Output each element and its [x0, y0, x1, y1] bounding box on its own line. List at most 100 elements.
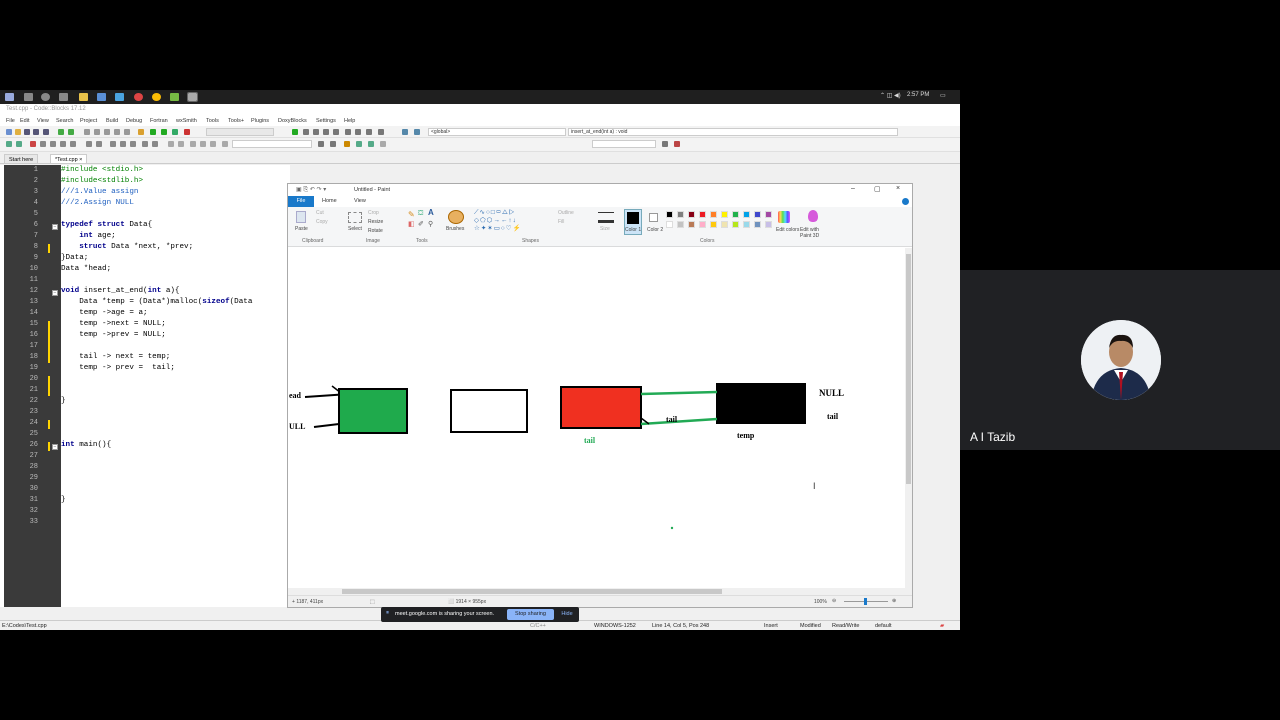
- menu-edit[interactable]: Edit: [20, 118, 29, 124]
- fill-button[interactable]: Fill: [558, 219, 564, 225]
- search-icon[interactable]: [24, 93, 33, 101]
- save-all-icon[interactable]: [33, 129, 39, 135]
- eraser-icon[interactable]: ◧: [408, 220, 415, 228]
- search-option-icon[interactable]: [380, 141, 386, 147]
- select-button[interactable]: Select: [348, 226, 362, 232]
- info-icon[interactable]: [402, 129, 408, 135]
- debug-windows-icon[interactable]: [378, 129, 384, 135]
- windows-start-icon[interactable]: [5, 93, 14, 101]
- vertical-scroll-thumb[interactable]: [906, 254, 911, 484]
- box-comment-icon[interactable]: [130, 141, 136, 147]
- menu-debug[interactable]: Debug: [126, 118, 142, 124]
- misc-icon[interactable]: [190, 141, 196, 147]
- tray-icons[interactable]: ⌃ ◫ ◀): [880, 92, 901, 99]
- task-view-icon[interactable]: [59, 93, 68, 101]
- app-icon[interactable]: [115, 93, 124, 101]
- color2-swatch[interactable]: [649, 213, 658, 222]
- bookmark-icon[interactable]: [30, 141, 36, 147]
- regex-icon[interactable]: [152, 141, 158, 147]
- new-file-icon[interactable]: [6, 129, 12, 135]
- zoom-in-icon[interactable]: ⊕: [892, 598, 896, 604]
- paint-quick-access[interactable]: ▣ ⎘ ↶ ↷ ▾: [296, 186, 326, 194]
- clear-bookmarks-icon[interactable]: [60, 141, 66, 147]
- palette-swatch[interactable]: [743, 221, 750, 228]
- misc-icon[interactable]: [178, 141, 184, 147]
- help-icon[interactable]: [902, 198, 909, 205]
- zoom-slider-thumb[interactable]: [864, 598, 867, 605]
- copy-button[interactable]: Copy: [316, 219, 328, 225]
- next-bookmark-icon[interactable]: [50, 141, 56, 147]
- palette-swatch[interactable]: [721, 221, 728, 228]
- toggle-comment-icon[interactable]: [110, 141, 116, 147]
- crop-button[interactable]: Crop: [368, 210, 379, 216]
- color2-label[interactable]: Color 2: [647, 227, 663, 233]
- pencil-icon[interactable]: ✎: [408, 210, 415, 219]
- resize-button[interactable]: Resize: [368, 219, 383, 225]
- edit-colors-icon[interactable]: [778, 211, 790, 223]
- run-icon[interactable]: [150, 129, 156, 135]
- participant-tile[interactable]: A I Tazib: [960, 270, 1280, 450]
- palette-swatch[interactable]: [699, 211, 706, 218]
- app-icon[interactable]: [97, 93, 106, 101]
- next-instruction-icon[interactable]: [345, 129, 351, 135]
- paste-icon[interactable]: [296, 211, 306, 223]
- palette-swatch[interactable]: [754, 211, 761, 218]
- stop-debug-icon[interactable]: [366, 129, 372, 135]
- find-prev-icon[interactable]: [318, 141, 324, 147]
- minimize-icon[interactable]: –: [851, 185, 855, 192]
- find-icon[interactable]: [114, 129, 120, 135]
- next-line-icon[interactable]: [313, 129, 319, 135]
- undo-icon[interactable]: [58, 129, 64, 135]
- build-target-combo[interactable]: [206, 128, 274, 136]
- misc-icon[interactable]: [200, 141, 206, 147]
- horizontal-scroll-thumb[interactable]: [342, 589, 722, 594]
- chrome-icon[interactable]: [152, 93, 161, 101]
- palette-swatch[interactable]: [688, 221, 695, 228]
- hide-button[interactable]: Hide: [559, 609, 575, 620]
- misc-icon[interactable]: [210, 141, 216, 147]
- codeblocks-icon[interactable]: [170, 93, 179, 101]
- stream-comment-icon[interactable]: [120, 141, 126, 147]
- palette-swatch[interactable]: [677, 221, 684, 228]
- magnifier-icon[interactable]: ⚲: [428, 220, 433, 228]
- notifications-icon[interactable]: ▭: [940, 92, 946, 99]
- text-icon[interactable]: A: [428, 208, 434, 217]
- doxy-icon[interactable]: [662, 141, 668, 147]
- tab-start-here[interactable]: Start here: [4, 154, 39, 164]
- paint-canvas[interactable]: ead ULL NULL tail tail tail temp I: [289, 248, 906, 588]
- menu-view[interactable]: View: [37, 118, 49, 124]
- tab-home[interactable]: Home: [322, 198, 337, 204]
- forward-icon[interactable]: [16, 141, 22, 147]
- palette-swatch[interactable]: [732, 221, 739, 228]
- edit-colors-button[interactable]: Edit colors: [776, 227, 799, 233]
- palette-swatch[interactable]: [688, 211, 695, 218]
- menu-help[interactable]: Help: [344, 118, 355, 124]
- menu-doxyblocks[interactable]: DoxyBlocks: [278, 118, 307, 124]
- palette-swatch[interactable]: [699, 221, 706, 228]
- uncomment-icon[interactable]: [96, 141, 102, 147]
- doxy-combo[interactable]: [592, 140, 656, 148]
- close-icon[interactable]: ×: [79, 157, 82, 163]
- select-icon[interactable]: [348, 212, 362, 223]
- rotate-button[interactable]: Rotate: [368, 228, 383, 234]
- palette-swatch[interactable]: [743, 211, 750, 218]
- palette-swatch[interactable]: [666, 221, 673, 228]
- function-combo[interactable]: insert_at_end(int a) : void: [568, 128, 898, 136]
- palette-swatch[interactable]: [677, 211, 684, 218]
- search-option-icon[interactable]: [356, 141, 362, 147]
- menu-fortran[interactable]: Fortran: [150, 118, 168, 124]
- menu-search[interactable]: Search: [56, 118, 73, 124]
- prev-bookmark-icon[interactable]: [40, 141, 46, 147]
- fold-toggle-icon[interactable]: −: [52, 224, 58, 230]
- palette-swatch[interactable]: [754, 221, 761, 228]
- brushes-button[interactable]: Brushes: [446, 226, 464, 232]
- cortana-icon[interactable]: [41, 93, 50, 101]
- paint-icon[interactable]: [187, 92, 198, 102]
- palette-swatch[interactable]: [732, 211, 739, 218]
- rebuild-icon[interactable]: [172, 129, 178, 135]
- highlight-icon[interactable]: [344, 141, 350, 147]
- chrome-icon[interactable]: [134, 93, 143, 101]
- outline-button[interactable]: Outline: [558, 210, 574, 216]
- palette-swatch[interactable]: [710, 221, 717, 228]
- print-icon[interactable]: [43, 129, 49, 135]
